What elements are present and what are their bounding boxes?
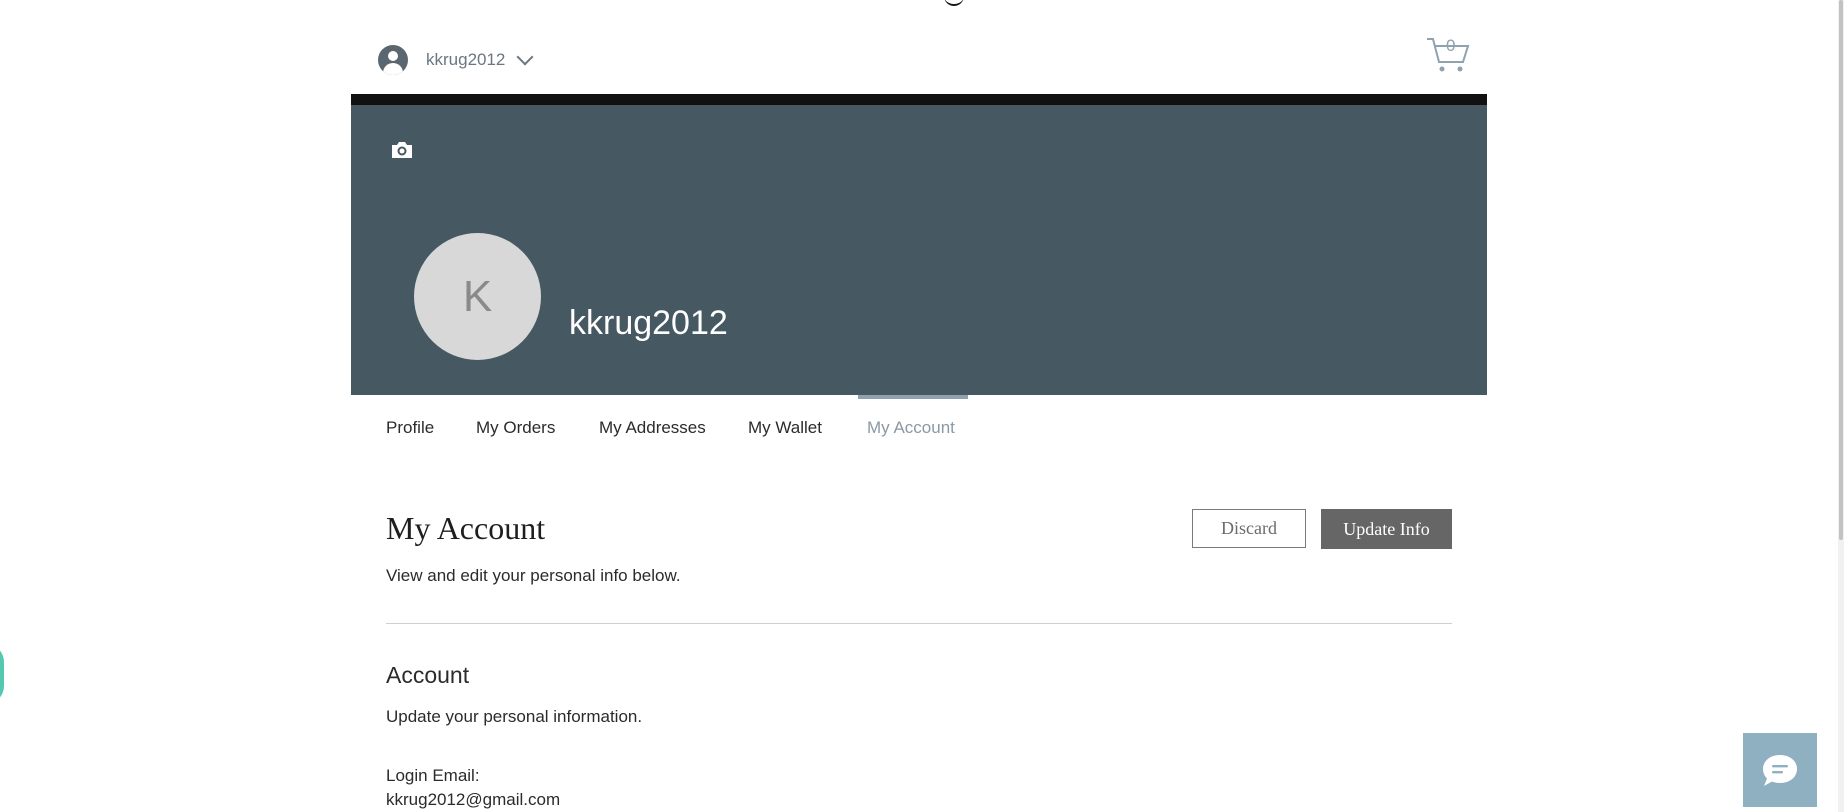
section-divider	[386, 623, 1452, 624]
tab-my-account[interactable]: My Account	[867, 395, 955, 445]
cart-count: 0	[1446, 36, 1456, 55]
update-info-button[interactable]: Update Info	[1321, 509, 1452, 549]
cart-button[interactable]: 0	[1425, 36, 1471, 74]
cover-top-strip	[351, 94, 1487, 105]
profile-display-name: kkrug2012	[569, 304, 728, 342]
member-menu[interactable]: kkrug2012	[378, 44, 534, 76]
page-subtitle: View and edit your personal info below.	[386, 566, 681, 585]
camera-icon[interactable]	[390, 140, 414, 160]
discard-button[interactable]: Discard	[1192, 509, 1306, 548]
user-avatar-icon	[378, 45, 408, 75]
account-section-subtitle: Update your personal information.	[386, 707, 643, 726]
chat-button[interactable]	[1743, 733, 1817, 807]
profile-cover: K kkrug2012	[351, 94, 1487, 395]
scrollbar[interactable]	[1838, 0, 1844, 812]
tab-my-addresses[interactable]: My Addresses	[599, 395, 706, 445]
login-email-value: kkrug2012@gmail.com	[386, 790, 561, 809]
scroll-thumb[interactable]	[1839, 0, 1843, 540]
account-tabs: Profile My Orders My Addresses My Wallet…	[351, 395, 1487, 445]
side-widget-tab[interactable]	[0, 644, 4, 704]
member-name: kkrug2012	[426, 50, 506, 69]
account-section-heading: Account	[386, 662, 470, 688]
login-email-label: Login Email:	[386, 766, 480, 785]
site-logo-fragment	[944, 0, 964, 6]
profile-avatar[interactable]: K	[414, 233, 541, 360]
chat-bubble-icon	[1763, 755, 1797, 786]
chevron-down-icon	[516, 48, 534, 66]
tab-profile[interactable]: Profile	[386, 395, 434, 445]
page-title: My Account	[386, 510, 546, 546]
tab-my-orders[interactable]: My Orders	[476, 395, 555, 445]
tab-my-wallet[interactable]: My Wallet	[748, 395, 822, 445]
